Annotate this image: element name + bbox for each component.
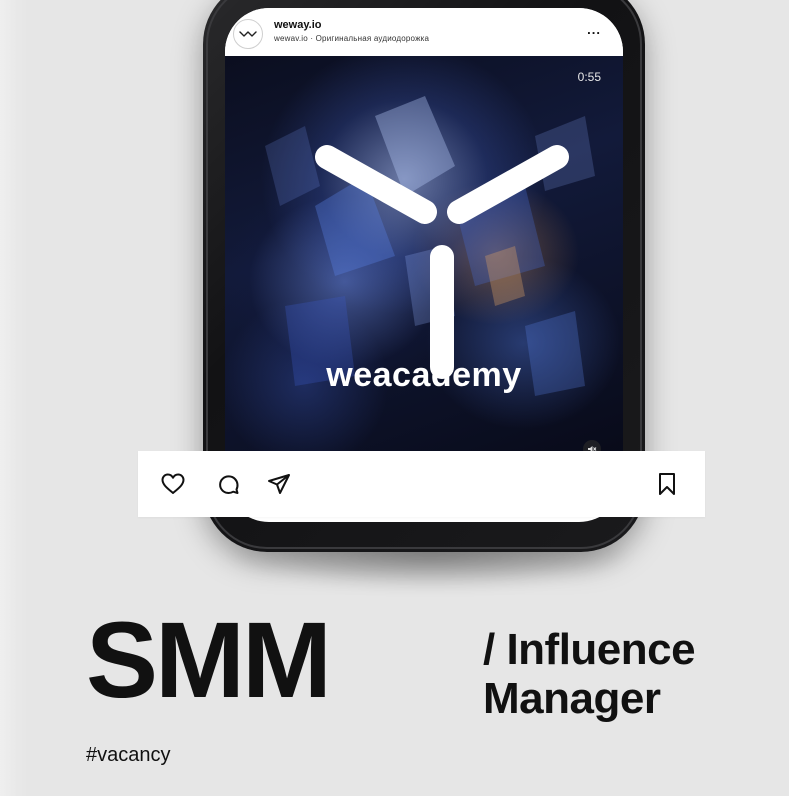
headline-main: SMM bbox=[86, 599, 332, 720]
weway-logo-icon[interactable] bbox=[233, 19, 263, 49]
post-video[interactable]: 0:55 weacademy bbox=[225, 56, 623, 466]
video-duration: 0:55 bbox=[577, 70, 601, 84]
weacademy-logo-icon bbox=[315, 145, 569, 379]
comment-icon[interactable] bbox=[215, 471, 241, 497]
video-brand-text: weacademy bbox=[326, 356, 522, 394]
heart-icon[interactable] bbox=[160, 471, 186, 497]
bookmark-icon[interactable] bbox=[654, 471, 680, 497]
post-action-bar bbox=[138, 451, 705, 517]
post-header: weway.io wewav.io · Оригинальная аудиодо… bbox=[225, 8, 623, 56]
headline-role-line-1: / Influence bbox=[483, 625, 696, 674]
post-username[interactable]: weway.io bbox=[274, 19, 321, 31]
vacancy-hashtag[interactable]: #vacancy bbox=[86, 744, 171, 767]
background-strip bbox=[0, 0, 30, 796]
more-icon[interactable]: ... bbox=[587, 22, 601, 37]
phone-screen: weway.io wewav.io · Оригинальная аудиодо… bbox=[225, 8, 623, 522]
headline-role-line-2: Manager bbox=[483, 674, 661, 723]
send-icon[interactable] bbox=[266, 471, 292, 497]
post-audio-line[interactable]: wewav.io · Оригинальная аудиодорожка bbox=[274, 34, 429, 43]
